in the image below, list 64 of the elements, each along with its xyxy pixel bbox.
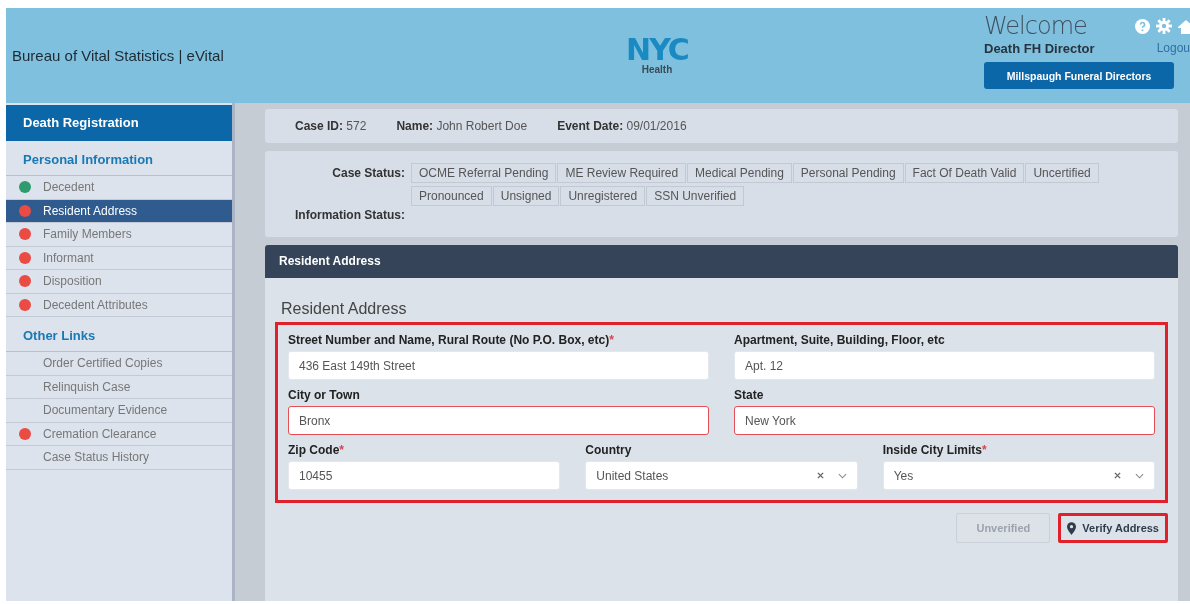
field-label: Inside City Limits* bbox=[882, 442, 988, 459]
chevron-down-icon[interactable] bbox=[1135, 472, 1144, 479]
verify-address-button[interactable]: Verify Address bbox=[1058, 513, 1168, 543]
sidebar-item[interactable]: Decedent Attributes bbox=[6, 293, 232, 317]
required-mark: * bbox=[339, 443, 344, 457]
logo-mark: NYC bbox=[626, 36, 688, 64]
input-field[interactable]: 10455 bbox=[288, 461, 561, 490]
status-tag: Uncertified bbox=[1025, 163, 1099, 183]
field-label: Street Number and Name, Rural Route (No P.O. Box, etc)* bbox=[288, 332, 615, 349]
required-mark: * bbox=[982, 443, 987, 457]
status-tag: ME Review Required bbox=[557, 163, 687, 183]
settings-icon[interactable] bbox=[1156, 18, 1172, 34]
logo-subtitle: Health bbox=[641, 64, 673, 75]
status-tag: Unsigned bbox=[492, 186, 560, 206]
sidebar-item[interactable]: Family Members bbox=[6, 223, 232, 247]
select-field[interactable]: Yes bbox=[882, 461, 1155, 490]
clear-icon[interactable] bbox=[1114, 472, 1121, 479]
status-tag: OCME Referral Pending bbox=[411, 163, 557, 183]
logout-link[interactable]: Logou bbox=[1156, 41, 1190, 56]
case-status-label: Case Status: bbox=[332, 165, 405, 182]
field-label: Apartment, Suite, Building, Floor, etc bbox=[734, 332, 946, 349]
sidebar-item[interactable]: Cremation Clearance bbox=[6, 422, 232, 446]
information-status-label: Information Status: bbox=[295, 207, 405, 224]
required-mark: * bbox=[609, 333, 614, 347]
status-tag: Unregistered bbox=[560, 186, 646, 206]
sidebar-item[interactable]: Resident Address bbox=[6, 199, 232, 223]
select-field[interactable]: United States bbox=[585, 461, 858, 490]
sidebar-item[interactable]: Order Certified Copies bbox=[6, 352, 232, 376]
field-label: State bbox=[734, 387, 765, 404]
field-label: Country bbox=[585, 442, 633, 459]
field-label: City or Town bbox=[288, 387, 361, 404]
user-name: Death FH Director bbox=[984, 41, 1095, 56]
welcome-text: Welcome bbox=[984, 12, 1087, 40]
status-tag: Fact Of Death Valid bbox=[904, 163, 1025, 183]
home-icon[interactable] bbox=[1178, 18, 1190, 34]
sidebar-item[interactable]: Decedent bbox=[6, 176, 232, 200]
sidebar-heading: Personal Information bbox=[6, 141, 232, 176]
input-field[interactable]: Bronx bbox=[288, 406, 709, 435]
sidebar-item[interactable]: Case Status History bbox=[6, 446, 232, 470]
map-pin-icon bbox=[1067, 521, 1077, 535]
sidebar-item[interactable]: Documentary Evidence bbox=[6, 399, 232, 423]
sidebar-item[interactable]: Disposition bbox=[6, 270, 232, 294]
chevron-down-icon[interactable] bbox=[837, 472, 847, 479]
sidebar-heading: Other Links bbox=[6, 317, 232, 352]
field-label: Zip Code* bbox=[288, 442, 345, 459]
organization-button[interactable]: Millspaugh Funeral Directors bbox=[984, 62, 1174, 89]
sidebar-title: Death Registration bbox=[6, 105, 232, 141]
sidebar-item[interactable]: Informant bbox=[6, 246, 232, 270]
input-field[interactable]: New York bbox=[734, 406, 1155, 435]
clear-icon[interactable] bbox=[816, 472, 824, 479]
case-info: Case ID: 572 bbox=[295, 119, 367, 133]
case-info: Name: John Robert Doe bbox=[396, 119, 528, 133]
status-tag: Pronounced bbox=[411, 186, 492, 206]
status-tag: Personal Pending bbox=[792, 163, 904, 183]
help-icon[interactable] bbox=[1135, 18, 1150, 34]
panel-title: Resident Address bbox=[265, 245, 1178, 278]
sidebar-item[interactable]: Relinquish Case bbox=[6, 375, 232, 399]
input-field[interactable]: 436 East 149th Street bbox=[288, 351, 709, 380]
status-tag: SSN Unverified bbox=[646, 186, 745, 206]
input-field[interactable]: Apt. 12 bbox=[734, 351, 1155, 380]
status-tag: Medical Pending bbox=[687, 163, 792, 183]
section-title: Resident Address bbox=[280, 299, 408, 319]
app-title: Bureau of Vital Statistics | eVital bbox=[11, 47, 225, 64]
case-info: Event Date: 09/01/2016 bbox=[557, 119, 687, 133]
